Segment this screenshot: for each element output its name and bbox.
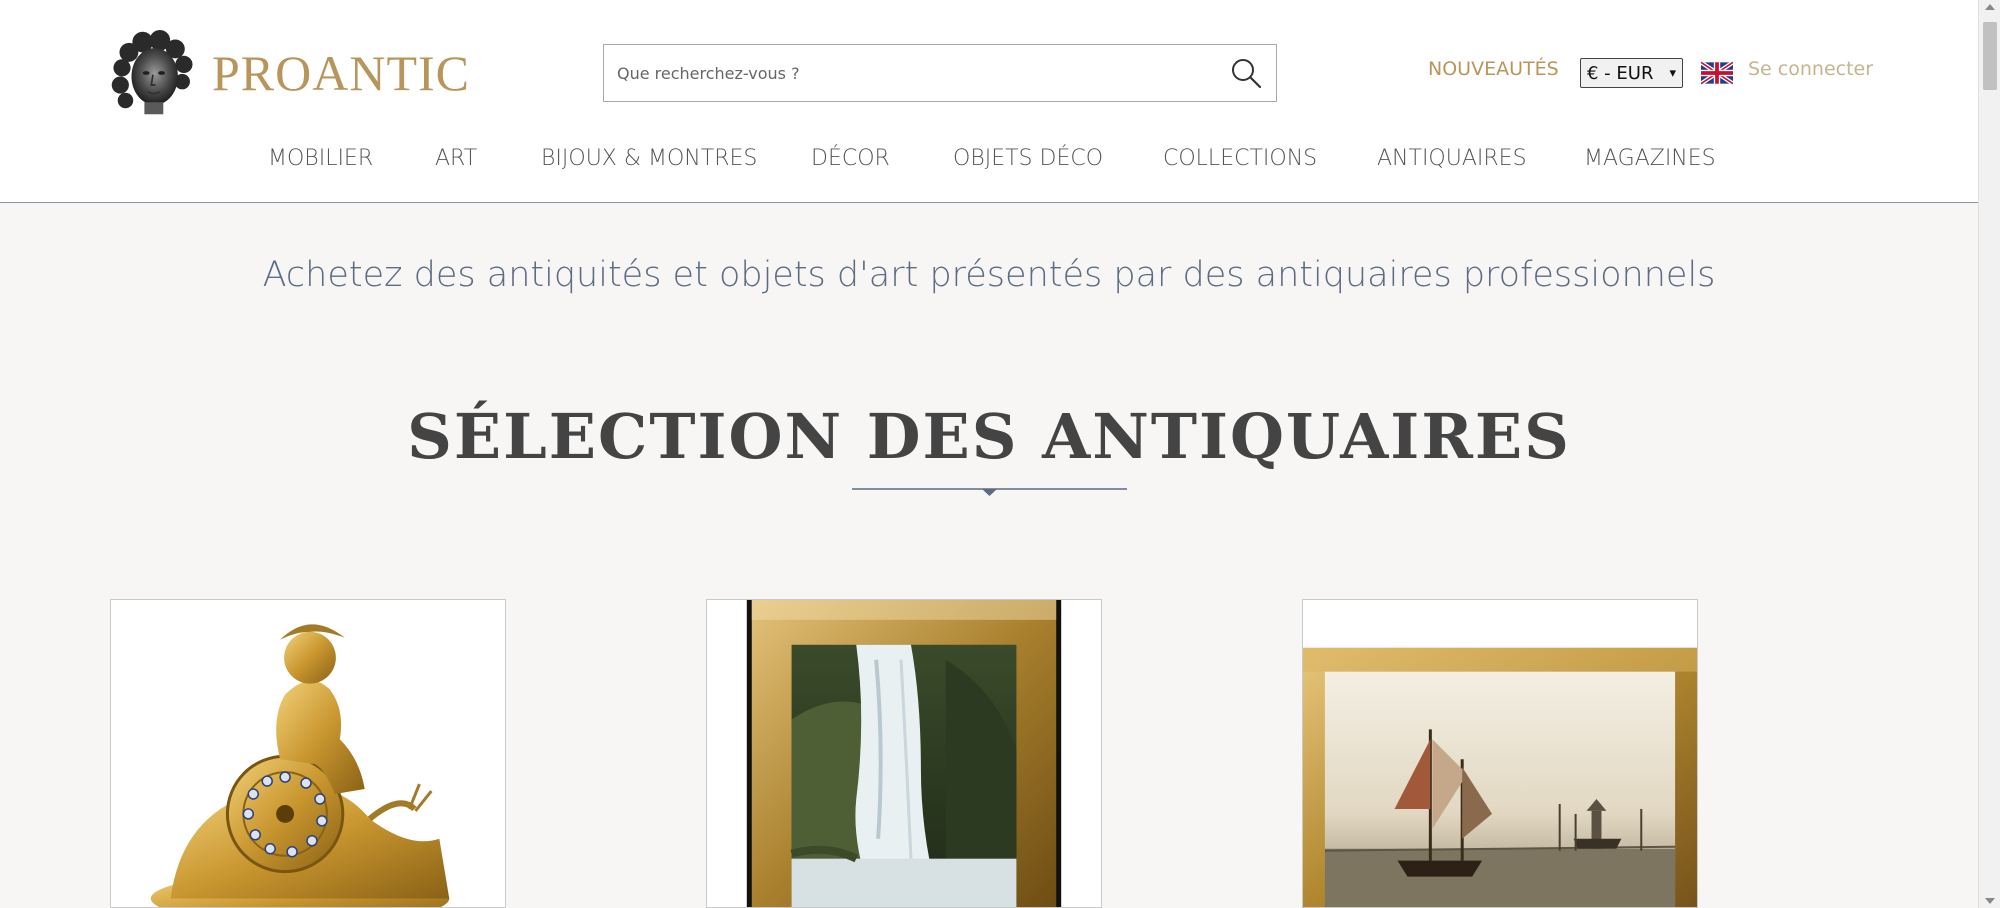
nav-item-decor[interactable]: DÉCOR <box>811 146 890 171</box>
currency-select[interactable]: € - EUR ▾ <box>1580 58 1683 88</box>
main-nav: MOBILIER ART BIJOUX & MONTRES DÉCOR OBJE… <box>0 146 1978 182</box>
scroll-thumb[interactable] <box>1983 22 1997 90</box>
nav-item-objets-deco[interactable]: OBJETS DÉCO <box>953 146 1103 171</box>
product-image-sailing-ship <box>1303 600 1697 907</box>
search-button[interactable] <box>1216 45 1276 101</box>
product-image-waterfall <box>707 600 1101 907</box>
nav-item-antiquaires[interactable]: ANTIQUAIRES <box>1377 146 1527 171</box>
scroll-up-arrow-icon[interactable] <box>1985 4 1995 10</box>
search-bar <box>603 44 1277 102</box>
chevron-down-icon: ▾ <box>1669 65 1676 81</box>
section-title: SÉLECTION DES ANTIQUAIRES <box>407 400 1571 473</box>
nav-item-bijoux-montres[interactable]: BIJOUX & MONTRES <box>541 146 757 171</box>
login-link[interactable]: Se connecter <box>1748 58 1873 80</box>
currency-value: € - EUR <box>1587 62 1654 84</box>
product-card[interactable] <box>110 599 506 908</box>
nav-item-mobilier[interactable]: MOBILIER <box>268 146 373 171</box>
title-divider <box>852 488 1127 496</box>
logo-text: PROANTIC <box>211 45 470 101</box>
search-input[interactable] <box>604 45 1216 101</box>
site-header: PROANTIC NOUVEAUTÉS € - EUR ▾ Se connect… <box>0 0 1978 203</box>
product-image-clock <box>111 600 505 907</box>
uk-flag-icon[interactable] <box>1701 61 1733 85</box>
search-icon <box>1232 59 1262 89</box>
nouveautes-link[interactable]: NOUVEAUTÉS <box>1428 58 1559 80</box>
product-card[interactable] <box>706 599 1102 908</box>
product-card[interactable] <box>1302 599 1698 908</box>
site-logo[interactable]: PROANTIC <box>110 20 470 126</box>
nav-item-art[interactable]: ART <box>435 146 477 171</box>
page-tagline: Achetez des antiquités et objets d'art p… <box>262 255 1716 295</box>
scroll-down-arrow-icon[interactable] <box>1985 898 1995 904</box>
nav-item-collections[interactable]: COLLECTIONS <box>1163 146 1317 171</box>
nav-item-magazines[interactable]: MAGAZINES <box>1584 146 1716 171</box>
logo-head-icon <box>111 30 193 115</box>
page-scrollbar[interactable] <box>1978 0 2000 908</box>
